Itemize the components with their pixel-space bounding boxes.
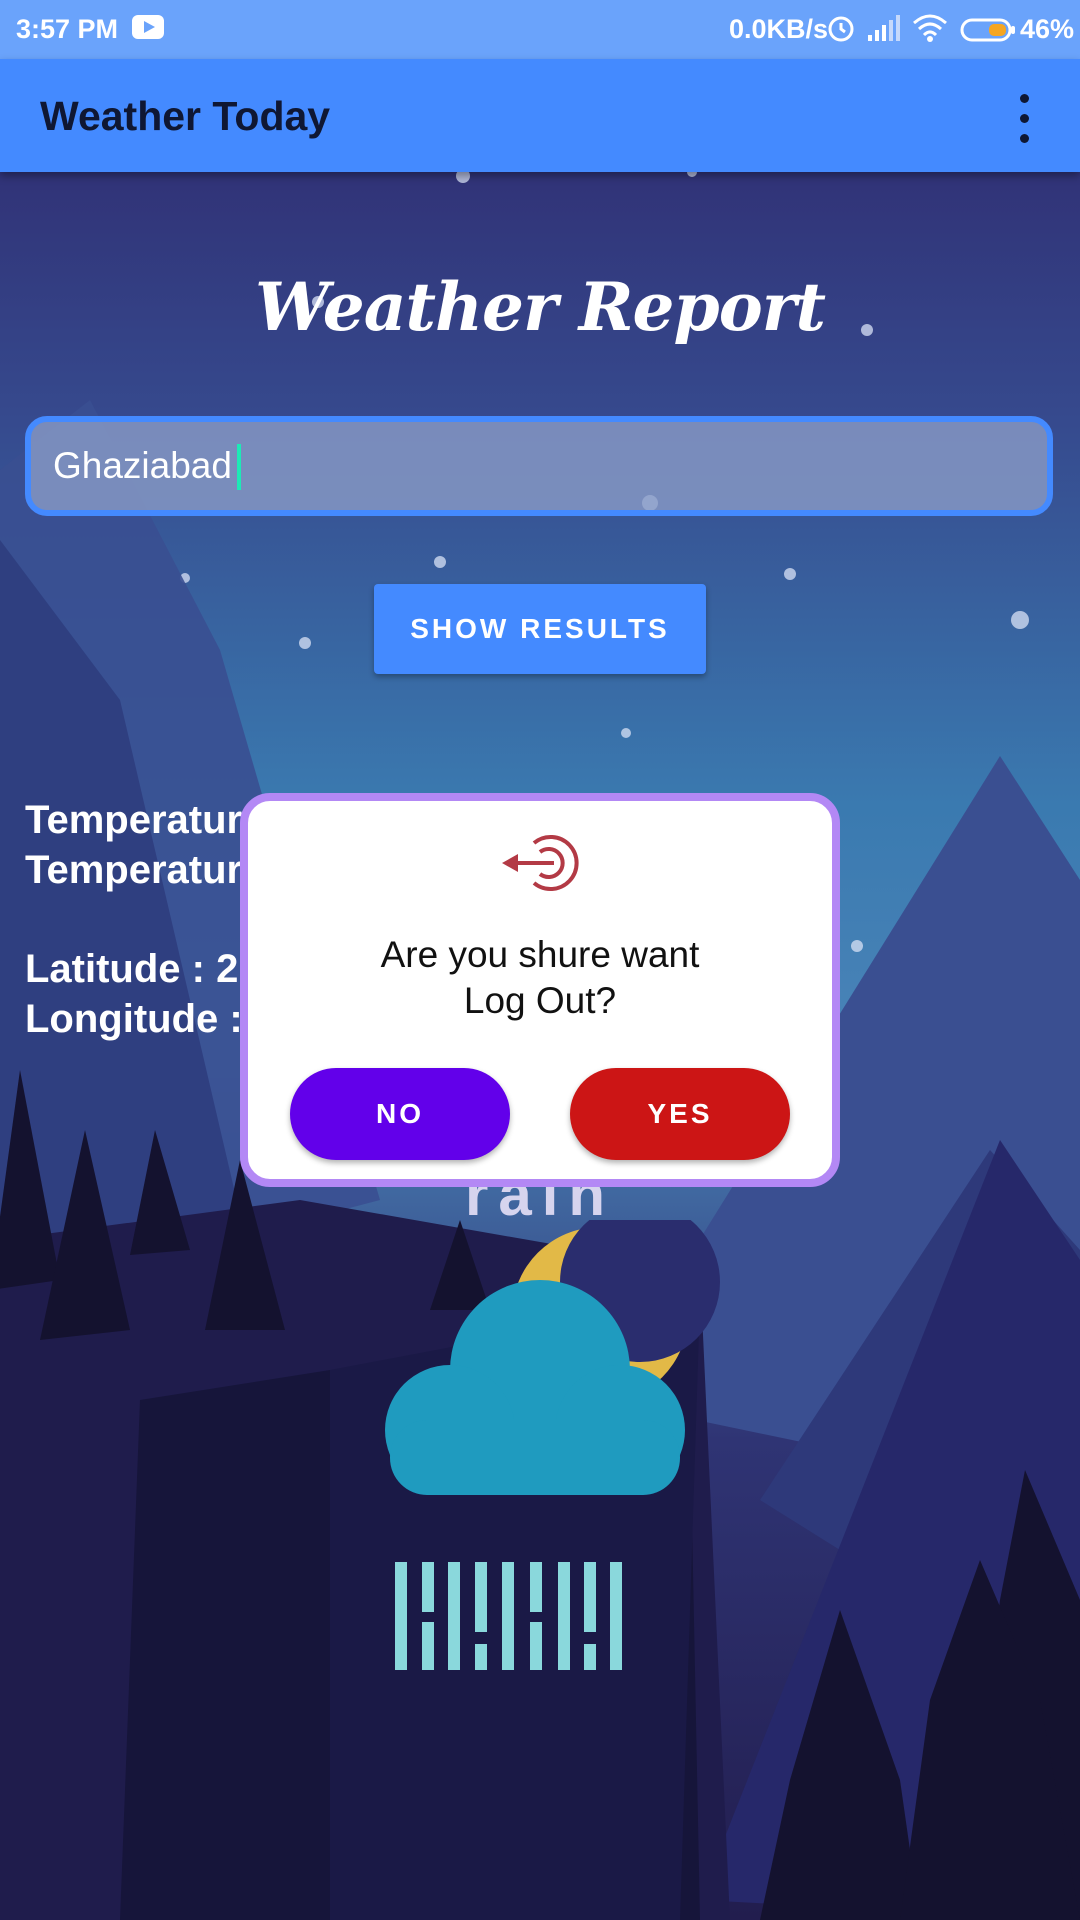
yes-button[interactable]: YES: [570, 1068, 790, 1160]
dialog-message-line-1: Are you shure want: [380, 934, 700, 975]
no-button[interactable]: NO: [290, 1068, 510, 1160]
logout-dialog: Are you shure want Log Out? NO YES: [240, 793, 840, 1187]
dialog-message: Are you shure want Log Out?: [288, 932, 792, 1024]
logout-icon: [502, 835, 579, 891]
dialog-message-line-2: Log Out?: [463, 980, 617, 1021]
